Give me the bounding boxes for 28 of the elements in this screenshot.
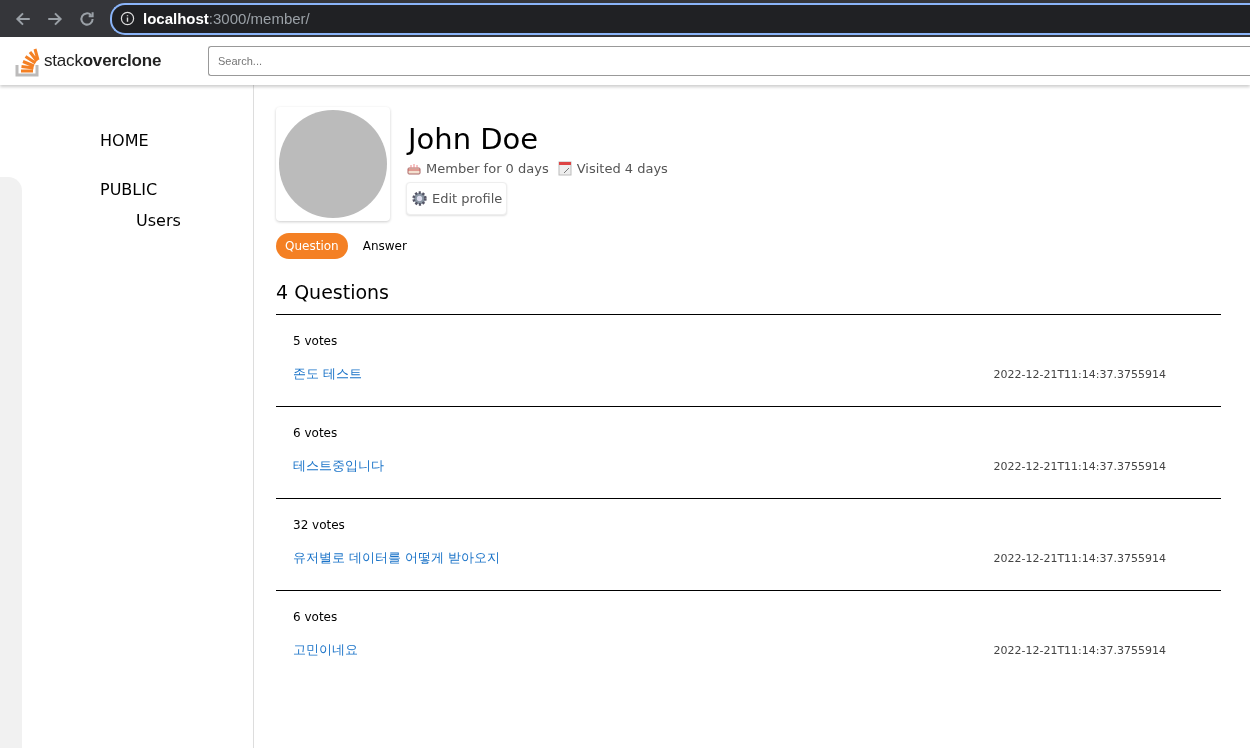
member-since-text: Member for 0 days — [426, 160, 549, 176]
vote-count: 32 votes — [293, 518, 346, 532]
user-name: John Doe — [408, 122, 540, 156]
question-date: 2022-12-21T11:14:37.3755914 — [993, 367, 1166, 381]
nav-link[interactable]: HOME — [100, 131, 149, 150]
question-date: 2022-12-21T11:14:37.3755914 — [993, 551, 1166, 565]
nav-link[interactable]: PUBLIC — [100, 180, 158, 199]
nav-link[interactable]: Users — [136, 211, 181, 230]
gear-icon — [411, 190, 428, 207]
reload-icon[interactable] — [78, 9, 96, 28]
question-link[interactable]: 테스트중입니다 — [293, 457, 384, 475]
question-date: 2022-12-21T11:14:37.3755914 — [993, 643, 1166, 657]
question-link[interactable]: 유저별로 데이터를 어떻게 받아오지 — [293, 549, 501, 567]
vote-count: 6 votes — [293, 610, 339, 624]
edit-profile-button[interactable]: Edit profile — [406, 182, 508, 215]
vote-count: 6 votes — [293, 426, 339, 440]
question-link[interactable]: 존도 테스트 — [293, 365, 363, 383]
calendar-icon — [556, 160, 573, 176]
question-date: 2022-12-21T11:14:37.3755914 — [993, 459, 1166, 473]
search-field[interactable]: Search... — [208, 46, 1250, 76]
address-bar[interactable]: localhost:3000/member/ — [110, 2, 1250, 35]
info-icon — [120, 11, 135, 26]
question-link[interactable]: 고민이네요 — [293, 641, 358, 659]
questions-heading: 4 Questions — [276, 281, 1221, 315]
vote-count: 5 votes — [293, 334, 339, 348]
logo[interactable]: stackoverclone — [15, 45, 195, 77]
visited-text: Visited 4 days — [576, 160, 668, 176]
tab[interactable]: Answer — [353, 233, 416, 259]
